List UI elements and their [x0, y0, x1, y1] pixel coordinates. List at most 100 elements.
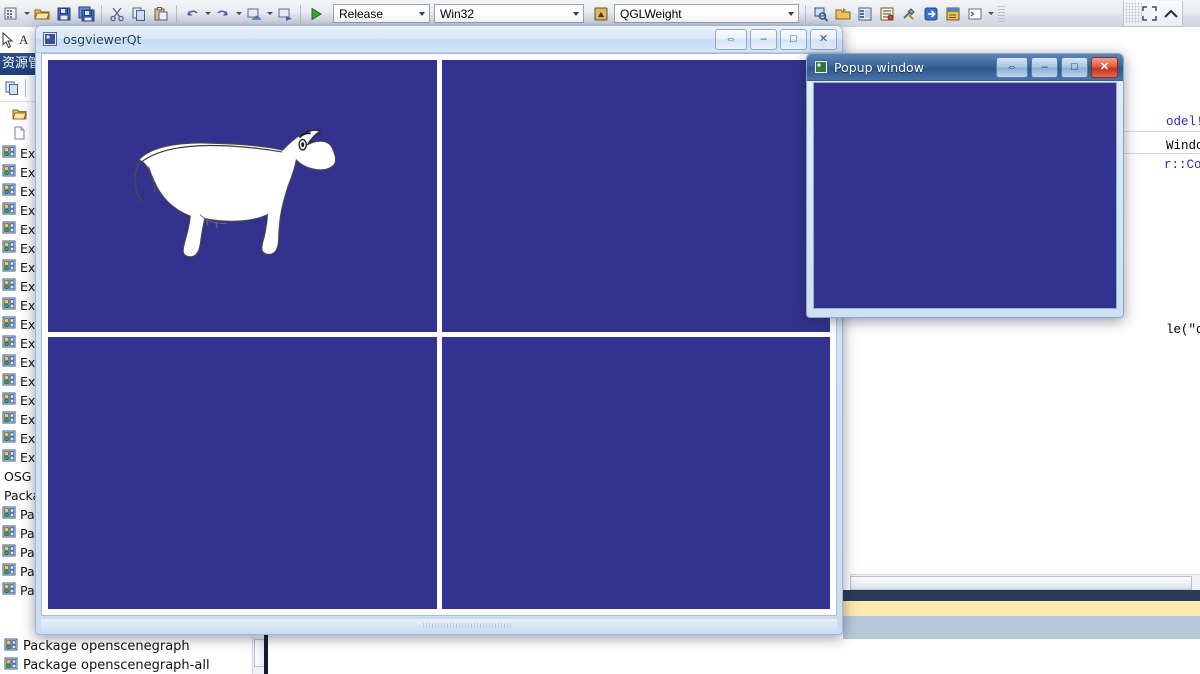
close-button[interactable]: ✕	[810, 29, 837, 50]
example-icon	[2, 145, 17, 162]
popup-client-area[interactable]	[813, 82, 1117, 309]
scrollbar-thumb[interactable]	[850, 576, 1192, 590]
output-window-icon[interactable]	[943, 4, 963, 24]
find-in-files-icon[interactable]	[811, 4, 831, 24]
open-file-icon[interactable]	[32, 4, 52, 24]
example-icon	[2, 354, 17, 371]
code-line-2: r::Composit	[1164, 158, 1200, 172]
example-icon	[2, 221, 17, 238]
resize-grip[interactable]	[423, 623, 514, 628]
example-icon	[2, 506, 17, 523]
copy-icon[interactable]	[129, 4, 149, 24]
navigate-backward-dropdown-icon[interactable]	[265, 4, 274, 24]
example-icon	[2, 392, 17, 409]
code-line-0: odel!=osgView	[1166, 115, 1200, 129]
project-icon	[4, 638, 19, 655]
example-icon	[2, 582, 17, 599]
platform-value: Win32	[440, 6, 475, 21]
new-item-icon[interactable]	[1, 4, 21, 24]
command-window-icon[interactable]	[965, 4, 985, 24]
popup-window-controls: ⇔ – □ ✕	[996, 57, 1118, 78]
minimize-button[interactable]: –	[1031, 57, 1058, 78]
folder-icon	[12, 107, 27, 124]
paste-icon[interactable]	[151, 4, 171, 24]
project-icon	[4, 657, 19, 674]
save-icon[interactable]	[54, 4, 74, 24]
start-debugging-icon[interactable]	[306, 4, 326, 24]
popup-title: Popup window	[834, 59, 924, 75]
overflow-dropdown-icon[interactable]	[986, 4, 995, 24]
properties-window-icon[interactable]	[855, 4, 875, 24]
maximize-button[interactable]: □	[780, 29, 807, 50]
package-list-item[interactable]: Package openscenegraph	[0, 637, 268, 656]
popup-titlebar[interactable]: Popup window ⇔ – □ ✕	[807, 54, 1123, 81]
project-startup-icon[interactable]	[591, 4, 611, 24]
undo-icon[interactable]	[182, 4, 202, 24]
status-strip	[843, 616, 1200, 639]
save-all-icon[interactable]	[76, 4, 96, 24]
configuration-combo[interactable]: Release	[333, 4, 430, 23]
project-combo[interactable]: QGLWeight	[614, 4, 799, 23]
example-icon	[2, 183, 17, 200]
cut-icon[interactable]	[107, 4, 127, 24]
expand-chevron-up-icon[interactable]	[1161, 4, 1181, 24]
example-icon	[2, 563, 17, 580]
package-list-item-label: Package openscenegraph	[23, 639, 190, 654]
example-icon	[2, 430, 17, 447]
restore-arrow-button[interactable]: ⇔	[715, 29, 747, 50]
viewport-grid	[48, 60, 830, 609]
viewport-top-right[interactable]	[441, 60, 830, 332]
object-browser-icon[interactable]	[877, 4, 897, 24]
minimize-button[interactable]: –	[750, 29, 777, 50]
error-list-icon[interactable]	[921, 4, 941, 24]
file-icon	[12, 126, 27, 143]
navigate-backward-icon[interactable]	[244, 4, 264, 24]
osgviewer-client-area	[41, 53, 837, 616]
toolbar-separator	[101, 4, 102, 23]
font-letter-icon: A	[19, 32, 29, 47]
viewport-bottom-left[interactable]	[48, 337, 437, 609]
maximize-button[interactable]: □	[1061, 57, 1088, 78]
redo-icon[interactable]	[213, 4, 233, 24]
viewport-top-left[interactable]	[48, 60, 437, 332]
osgviewer-titlebar[interactable]: osgviewerQt ⇔ – □ ✕	[36, 26, 842, 53]
viewport-bottom-right[interactable]	[441, 337, 830, 609]
explorer-item-label: Pa	[20, 526, 35, 541]
platform-combo[interactable]: Win32	[434, 4, 584, 23]
redo-dropdown-icon[interactable]	[234, 4, 243, 24]
copy-properties-icon[interactable]	[4, 80, 21, 96]
new-item-dropdown-icon[interactable]	[22, 4, 31, 24]
example-icon	[2, 259, 17, 276]
explorer-separator	[25, 79, 26, 97]
code-line-1: WindowFlags	[1166, 139, 1200, 153]
chevron-down-icon	[573, 11, 579, 16]
toolbar-grip[interactable]	[998, 3, 1005, 24]
undo-dropdown-icon[interactable]	[203, 4, 212, 24]
pointer-icon	[2, 32, 14, 48]
app-icon	[814, 60, 828, 74]
restore-arrow-button[interactable]: ⇔	[996, 57, 1028, 78]
fullscreen-icon[interactable]	[1139, 4, 1159, 24]
explorer-item-label: Pa	[20, 545, 35, 560]
explorer-item-label: Pa	[20, 583, 35, 598]
package-list-item[interactable]: Package openscenegraph-all	[0, 656, 268, 674]
navigate-forward-icon[interactable]	[275, 4, 295, 24]
explorer-item-label: Pa	[20, 564, 35, 579]
example-icon	[2, 411, 17, 428]
example-icon	[2, 316, 17, 333]
explorer-item-label: Pa	[20, 507, 35, 522]
example-icon	[2, 335, 17, 352]
solution-explorer-icon[interactable]	[833, 4, 853, 24]
toolbox-icon[interactable]	[899, 4, 919, 24]
package-list[interactable]: Package openscenegraph Package opensceneg…	[0, 637, 268, 674]
package-list-item-label: Package openscenegraph-all	[23, 658, 210, 673]
toolbar-separator	[176, 4, 177, 23]
code-line-3: le("dumptru	[1166, 323, 1200, 337]
osgviewer-window-controls: ⇔ – □ ✕	[715, 29, 837, 50]
app-icon	[43, 32, 57, 46]
editor-horizontal-scrollbar[interactable]	[850, 574, 1200, 590]
example-icon	[2, 449, 17, 466]
popup-window[interactable]: Popup window ⇔ – □ ✕	[806, 53, 1124, 318]
close-button[interactable]: ✕	[1091, 57, 1118, 78]
osgviewer-window[interactable]: osgviewerQt ⇔ – □ ✕	[35, 25, 843, 635]
